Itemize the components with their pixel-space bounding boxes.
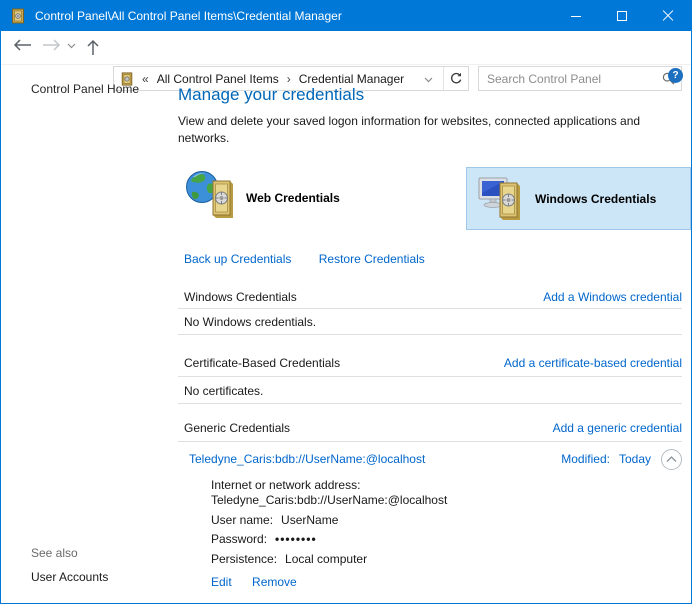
maximize-icon	[617, 11, 627, 21]
restore-credentials-link[interactable]: Restore Credentials	[319, 252, 425, 266]
credential-manager-window: Control Panel\All Control Panel Items\Cr…	[0, 0, 692, 604]
address-label: Internet or network address:	[211, 478, 360, 492]
section-title: Generic Credentials	[178, 421, 290, 435]
username-row: User name: UserName	[211, 513, 338, 527]
password-mask: ••••••••	[275, 532, 317, 546]
credential-manager-app-icon	[10, 8, 26, 24]
maximize-button[interactable]	[599, 1, 645, 31]
up-button[interactable]	[87, 39, 99, 56]
address-value: Teledyne_Caris:bdb://UserName:@localhost	[211, 493, 447, 507]
password-row: Password: ••••••••	[211, 532, 317, 546]
divider	[178, 441, 682, 442]
breadcrumb-separator: ›	[287, 72, 291, 86]
window-title: Control Panel\All Control Panel Items\Cr…	[35, 9, 342, 23]
sidebar-item-control-panel-home[interactable]: Control Panel Home	[31, 82, 139, 96]
section-windows-credentials-header: Windows Credentials Add a Windows creden…	[178, 290, 682, 304]
forward-button[interactable]	[41, 39, 61, 51]
tab-windows-credentials-label: Windows Credentials	[535, 192, 656, 206]
section-title: Certificate-Based Credentials	[178, 356, 340, 370]
refresh-icon	[450, 72, 463, 85]
title-bar: Control Panel\All Control Panel Items\Cr…	[1, 1, 691, 31]
username-value: UserName	[281, 513, 338, 527]
username-label: User name:	[211, 513, 273, 527]
address-label-row: Internet or network address:	[211, 478, 360, 492]
monitor-safe-icon	[476, 171, 528, 226]
back-button[interactable]	[13, 39, 33, 51]
section-certificate-credentials-header: Certificate-Based Credentials Add a cert…	[178, 356, 682, 370]
address-dropdown-button[interactable]	[424, 72, 433, 86]
window-controls	[553, 1, 691, 31]
arrow-up-icon	[87, 39, 99, 56]
add-certificate-credential-link[interactable]: Add a certificate-based credential	[504, 356, 682, 370]
collapse-credential-button[interactable]	[661, 449, 682, 470]
persistence-row: Persistence: Local computer	[211, 552, 367, 566]
see-also-heading: See also	[31, 546, 78, 560]
close-button[interactable]	[645, 1, 691, 31]
sidebar-item-user-accounts[interactable]: User Accounts	[31, 570, 108, 584]
chevron-down-icon	[67, 43, 76, 49]
question-mark-icon: ?	[672, 70, 678, 81]
divider	[178, 403, 682, 404]
tab-windows-credentials[interactable]: Windows Credentials	[466, 167, 691, 230]
arrow-left-icon	[13, 39, 33, 51]
section-generic-credentials-header: Generic Credentials Add a generic creden…	[178, 421, 682, 435]
section-title: Windows Credentials	[178, 290, 297, 304]
breadcrumb-all-control-panel-items[interactable]: All Control Panel Items	[157, 72, 279, 86]
credential-edit-actions: Edit Remove	[211, 575, 297, 589]
help-button[interactable]: ?	[668, 68, 683, 83]
page-title: Manage your credentials	[178, 85, 364, 105]
credential-actions-row: Back up Credentials Restore Credentials	[184, 252, 425, 266]
credential-name-link[interactable]: Teledyne_Caris:bdb://UserName:@localhost	[189, 452, 425, 466]
edit-credential-link[interactable]: Edit	[211, 575, 232, 589]
backup-credentials-link[interactable]: Back up Credentials	[184, 252, 291, 266]
modified-label: Modified:	[561, 452, 610, 466]
breadcrumb-overflow-button[interactable]: «	[142, 72, 149, 86]
globe-safe-icon	[183, 168, 239, 227]
chevron-down-icon	[424, 77, 433, 83]
remove-credential-link[interactable]: Remove	[252, 575, 297, 589]
recent-pages-button[interactable]	[67, 43, 76, 49]
search-input[interactable]	[479, 68, 655, 89]
persistence-label: Persistence:	[211, 552, 277, 566]
divider	[178, 376, 682, 377]
divider	[178, 308, 682, 309]
address-value-row: Teledyne_Caris:bdb://UserName:@localhost	[211, 493, 447, 507]
modified-value: Today	[619, 452, 651, 466]
persistence-value: Local computer	[285, 552, 367, 566]
divider	[178, 334, 682, 335]
password-label: Password:	[211, 532, 267, 546]
refresh-button[interactable]	[444, 67, 468, 90]
no-certificates-text: No certificates.	[184, 384, 263, 398]
no-windows-credentials-text: No Windows credentials.	[184, 315, 316, 329]
add-windows-credential-link[interactable]: Add a Windows credential	[543, 290, 682, 304]
minimize-button[interactable]	[553, 1, 599, 31]
tab-web-credentials[interactable]: Web Credentials	[178, 165, 454, 230]
credential-row: Teledyne_Caris:bdb://UserName:@localhost…	[178, 447, 682, 471]
tab-web-credentials-label: Web Credentials	[246, 191, 340, 205]
arrow-right-icon	[41, 39, 61, 51]
search-box	[478, 66, 682, 91]
chevron-up-icon	[666, 456, 677, 463]
breadcrumb-credential-manager[interactable]: Credential Manager	[299, 72, 404, 86]
navigation-bar: « All Control Panel Items › Credential M…	[1, 31, 691, 65]
add-generic-credential-link[interactable]: Add a generic credential	[553, 421, 682, 435]
page-description: View and delete your saved logon informa…	[178, 113, 690, 147]
minimize-icon	[571, 16, 581, 17]
close-icon	[662, 10, 674, 22]
